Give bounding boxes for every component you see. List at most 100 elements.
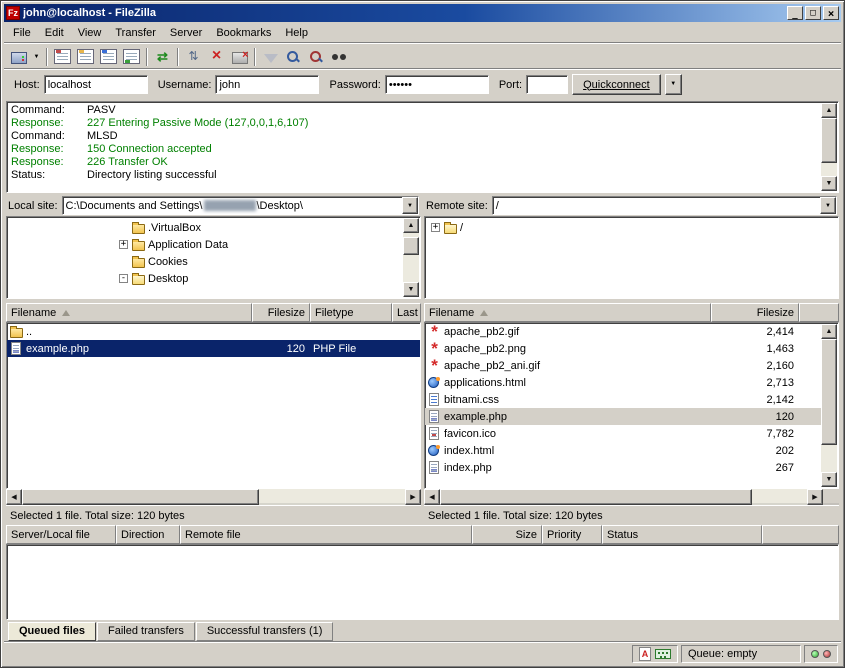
quickconnect-dropdown-button[interactable]: [665, 74, 682, 95]
refresh-button[interactable]: [151, 46, 174, 68]
remote-path-combobox[interactable]: /: [492, 196, 837, 215]
filter-button[interactable]: [259, 46, 282, 68]
tab-failed-transfers[interactable]: Failed transfers: [97, 622, 195, 641]
scroll-right-icon[interactable]: [405, 489, 421, 505]
tab-queued-files[interactable]: Queued files: [8, 622, 96, 641]
local-path-combobox[interactable]: C:\Documents and Settings\\Desktop\: [62, 196, 419, 215]
column-header-filename[interactable]: Filename: [424, 303, 711, 322]
tab-successful-transfers[interactable]: Successful transfers (1): [196, 622, 334, 641]
compare-button[interactable]: [282, 46, 305, 68]
tree-expander-icon[interactable]: +: [119, 240, 128, 249]
tree-row[interactable]: + Application Data: [7, 236, 420, 253]
disconnect-button[interactable]: [228, 46, 251, 68]
quickconnect-button[interactable]: Quickconnect: [572, 74, 661, 95]
menu-server[interactable]: Server: [163, 25, 209, 41]
toggle-remote-tree-button[interactable]: [97, 46, 120, 68]
host-input[interactable]: [44, 75, 148, 94]
file-row[interactable]: apache_pb2.gif 2,414: [425, 323, 822, 340]
file-row-updir[interactable]: ..: [7, 323, 420, 340]
tree-expander-icon[interactable]: -: [119, 274, 128, 283]
file-row-selected[interactable]: example.php 120 PHP File: [7, 340, 420, 357]
minimize-button[interactable]: [787, 6, 803, 20]
scroll-track[interactable]: [440, 489, 807, 505]
local-pane: Local site: C:\Documents and Settings\\D…: [6, 195, 421, 525]
menu-edit[interactable]: Edit: [38, 25, 71, 41]
column-header-size[interactable]: Size: [472, 525, 542, 544]
column-header-filetype[interactable]: Filetype: [310, 303, 392, 322]
scroll-thumb[interactable]: [821, 339, 837, 445]
menu-transfer[interactable]: Transfer: [108, 25, 163, 41]
port-input[interactable]: [526, 75, 568, 94]
column-header-direction[interactable]: Direction: [116, 525, 180, 544]
cancel-transfer-button[interactable]: [205, 46, 228, 68]
file-row[interactable]: favicon.ico 7,782: [425, 425, 822, 442]
scroll-thumb[interactable]: [440, 489, 752, 505]
toggle-local-tree-button[interactable]: [74, 46, 97, 68]
scroll-thumb[interactable]: [821, 118, 837, 163]
file-row[interactable]: bitnami.css 2,142: [425, 391, 822, 408]
scroll-right-icon[interactable]: [807, 489, 823, 505]
scroll-track[interactable]: [403, 233, 419, 282]
toggle-log-button[interactable]: [51, 46, 74, 68]
scroll-down-icon[interactable]: [403, 282, 419, 297]
column-header-filesize[interactable]: Filesize: [711, 303, 799, 322]
scroll-up-icon[interactable]: [821, 324, 837, 339]
scroll-thumb[interactable]: [403, 237, 419, 255]
username-input[interactable]: [215, 75, 319, 94]
log-scrollbar[interactable]: [821, 103, 837, 191]
file-row[interactable]: index.html 202: [425, 442, 822, 459]
scroll-track[interactable]: [821, 339, 837, 472]
toggle-queue-button[interactable]: [120, 46, 143, 68]
speed-limit-indicator-icon[interactable]: [655, 649, 671, 659]
menu-file[interactable]: File: [6, 25, 38, 41]
scroll-track[interactable]: [821, 118, 837, 176]
local-horizontal-scrollbar[interactable]: [6, 489, 421, 505]
local-tree-scrollbar[interactable]: [403, 218, 419, 297]
file-row[interactable]: apache_pb2.png 1,463: [425, 340, 822, 357]
tree-expander-icon[interactable]: +: [431, 223, 440, 232]
column-header-server-local-file[interactable]: Server/Local file: [6, 525, 116, 544]
local-path-dropdown-icon[interactable]: [402, 197, 418, 214]
scroll-thumb[interactable]: [22, 489, 259, 505]
column-header-filesize[interactable]: Filesize: [252, 303, 310, 322]
column-header-filename[interactable]: Filename: [6, 303, 252, 322]
file-row[interactable]: index.php 267: [425, 459, 822, 476]
menu-help[interactable]: Help: [278, 25, 315, 41]
scroll-down-icon[interactable]: [821, 176, 837, 191]
column-header-priority[interactable]: Priority: [542, 525, 602, 544]
tree-row[interactable]: Cookies: [7, 253, 420, 270]
file-row-selected[interactable]: example.php 120: [425, 408, 822, 425]
queue-list[interactable]: [6, 544, 839, 620]
maximize-button[interactable]: [805, 6, 821, 20]
column-header-last-modified[interactable]: Last modified: [392, 303, 421, 322]
remote-horizontal-scrollbar[interactable]: [424, 489, 839, 505]
file-row[interactable]: applications.html 2,713: [425, 374, 822, 391]
sync-browsing-button[interactable]: [305, 46, 328, 68]
scroll-left-icon[interactable]: [424, 489, 440, 505]
scroll-up-icon[interactable]: [821, 103, 837, 118]
tree-row[interactable]: - Desktop: [7, 270, 420, 287]
menu-view[interactable]: View: [71, 25, 109, 41]
column-header-remote-file[interactable]: Remote file: [180, 525, 472, 544]
close-button[interactable]: [823, 6, 839, 20]
scroll-left-icon[interactable]: [6, 489, 22, 505]
password-input[interactable]: [385, 75, 489, 94]
tree-row[interactable]: + /: [425, 219, 838, 236]
site-manager-button[interactable]: [7, 46, 30, 68]
remote-list-scrollbar[interactable]: [821, 324, 837, 487]
scroll-up-icon[interactable]: [403, 218, 419, 233]
title-bar[interactable]: Fz john@localhost - FileZilla: [4, 4, 841, 22]
scroll-track[interactable]: [22, 489, 405, 505]
site-manager-dropdown-button[interactable]: [30, 46, 43, 68]
column-header-status[interactable]: Status: [602, 525, 762, 544]
remote-path-dropdown-icon[interactable]: [820, 197, 836, 214]
php-file-icon: [428, 460, 444, 475]
menu-bookmarks[interactable]: Bookmarks: [209, 25, 278, 41]
scroll-down-icon[interactable]: [821, 472, 837, 487]
file-row[interactable]: apache_pb2_ani.gif 2,160: [425, 357, 822, 374]
tree-row[interactable]: .VirtualBox: [7, 219, 420, 236]
folder-icon: [132, 254, 148, 269]
process-queue-button[interactable]: [182, 46, 205, 68]
find-files-button[interactable]: [328, 46, 351, 68]
data-type-indicator-icon[interactable]: [639, 647, 651, 661]
